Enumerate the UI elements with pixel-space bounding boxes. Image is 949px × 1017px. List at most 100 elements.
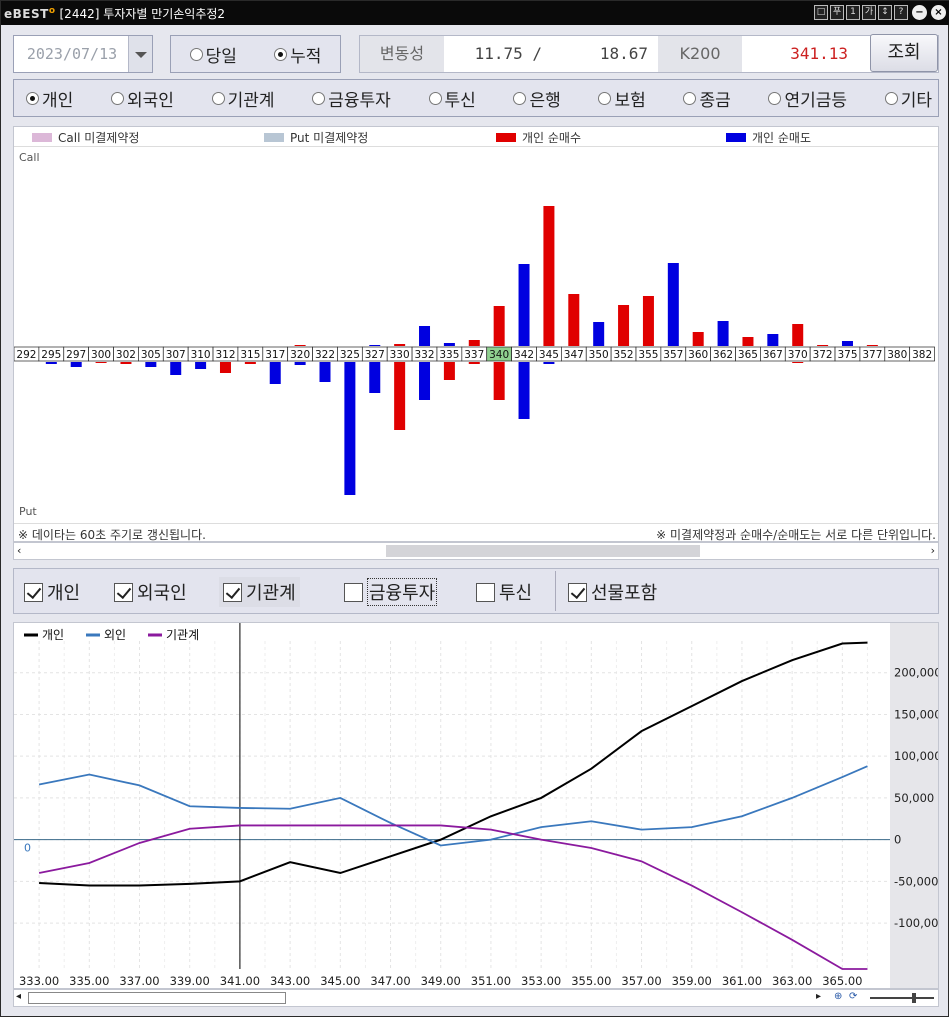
strike-label: 325 (340, 349, 360, 361)
date-picker[interactable]: 2023/07/13 (13, 35, 153, 73)
legend-label: 기관계 (166, 628, 199, 642)
legend-put-oi: Put 미결제약정 (264, 129, 368, 146)
investor-radio-1[interactable]: 외국인 (110, 86, 174, 111)
investor-radio-3[interactable]: 금융투자 (312, 86, 391, 111)
call-bar (468, 340, 480, 346)
call-bar (642, 296, 654, 346)
toggle-foreign[interactable]: 외국인 (110, 577, 191, 607)
strike-label: 317 (265, 349, 285, 361)
y-tick-label: 100,000 (894, 749, 938, 763)
close-icon[interactable]: × (931, 5, 946, 20)
title-buttons: □ 푸 1 가 ↕ ? − × (814, 5, 946, 20)
legend-label: 개인 (42, 628, 64, 642)
oi-bar-chart: Call Put 292 295 297 300 302 305 307 310 312 315 3… (14, 151, 935, 518)
legend-net-sell: 개인 순매도 (726, 129, 811, 146)
y-tick-label: -100,000 (894, 916, 938, 930)
window-title: [2442] 투자자별 만기손익추정2 (59, 6, 226, 21)
radio-icon (768, 91, 782, 105)
call-bar (866, 345, 878, 346)
pnl-scrollbar[interactable]: ◂ ▸ ⊕ ⟳ (13, 989, 939, 1007)
put-bar (419, 362, 431, 400)
strike-label: 322 (315, 349, 335, 361)
put-bar (443, 362, 455, 380)
x-tick-label: 337.00 (119, 974, 159, 988)
scroll-left-icon[interactable]: ‹ (17, 544, 21, 557)
query-button[interactable]: 조회 (870, 34, 938, 72)
investor-radio-4[interactable]: 투신 (428, 86, 476, 111)
y-tick-label: 50,000 (894, 791, 934, 805)
call-label: Call (19, 151, 40, 164)
x-tick-label: 351.00 (471, 974, 511, 988)
call-bar (717, 321, 729, 346)
investor-radio-8[interactable]: 연기금등 (768, 86, 847, 111)
radio-cumulative[interactable]: 누적 (274, 42, 321, 67)
pin-icon[interactable]: 푸 (830, 5, 844, 20)
strike-label: 362 (713, 349, 733, 361)
toggle-financial-investment[interactable]: 금융투자 (340, 577, 441, 607)
investor-radio-9[interactable]: 기타 (884, 86, 932, 111)
x-tick-label: 349.00 (421, 974, 461, 988)
help-icon[interactable]: ? (894, 5, 908, 20)
scroll-right-icon[interactable]: › (931, 544, 935, 557)
scroll-left-icon[interactable]: ◂ (16, 991, 21, 1002)
scroll-thumb[interactable] (28, 992, 286, 1004)
radio-icon (110, 91, 124, 105)
put-bar (120, 362, 132, 364)
put-bar (195, 362, 207, 369)
strike-label: 345 (539, 349, 559, 361)
oi-scrollbar[interactable]: ‹ › (13, 542, 939, 560)
minimize-icon[interactable]: − (912, 5, 927, 20)
k200-label: K200 (658, 36, 742, 72)
investor-radio-6[interactable]: 보험 (598, 86, 646, 111)
restore-icon[interactable]: □ (814, 5, 828, 20)
radio-selected-icon (26, 91, 39, 105)
strike-label: 382 (912, 349, 932, 361)
radio-icon (312, 91, 326, 105)
strike-label: 355 (638, 349, 658, 361)
investor-radio-group: 개인 외국인 기관계 금융투자 투신 은행 보험 종금 연기금등 기타 (13, 79, 939, 117)
x-tick-label: 359.00 (672, 974, 712, 988)
title-bar: eBESTo [2442] 투자자별 만기손익추정2 □ 푸 1 가 ↕ ? −… (1, 1, 949, 25)
window-one-icon[interactable]: 1 (846, 5, 860, 20)
put-bar (45, 362, 57, 364)
call-bar (543, 206, 555, 346)
resize-icon[interactable]: ↕ (878, 5, 892, 20)
radio-icon (683, 91, 697, 105)
call-bar (742, 337, 754, 346)
refresh-icon[interactable]: ⟳ (849, 991, 857, 1002)
scroll-thumb[interactable] (386, 545, 700, 557)
toggle-individual[interactable]: 개인 (20, 577, 84, 607)
investor-radio-0[interactable]: 개인 (26, 86, 73, 111)
zero-label: 0 (24, 842, 31, 855)
zoom-in-icon[interactable]: ⊕ (834, 991, 842, 1002)
x-tick-label: 363.00 (772, 974, 812, 988)
toggle-institution[interactable]: 기관계 (219, 577, 300, 607)
radio-daily[interactable]: 당일 (189, 42, 237, 67)
toggle-investment-trust[interactable]: 투신 (472, 577, 536, 607)
chevron-down-icon[interactable] (128, 36, 152, 72)
strike-label: 297 (66, 349, 86, 361)
put-label: Put (19, 505, 37, 518)
legend-swatch (496, 133, 516, 142)
app-logo: eBESTo (4, 5, 56, 21)
oi-legend: Call 미결제약정 Put 미결제약정 개인 순매수 개인 순매도 (14, 127, 938, 147)
investor-radio-5[interactable]: 은행 (513, 86, 561, 111)
y-tick-label: 200,000 (894, 666, 938, 680)
toggle-include-futures[interactable]: 선물포함 (564, 577, 661, 607)
strike-label: 342 (514, 349, 534, 361)
put-bar (244, 362, 256, 364)
investor-radio-2[interactable]: 기관계 (211, 86, 275, 111)
date-value[interactable]: 2023/07/13 (14, 36, 130, 72)
call-bar (419, 326, 431, 346)
investor-radio-7[interactable]: 종금 (683, 86, 731, 111)
note-units: ※ 미결제약정과 순매수/순매도는 서로 다른 단위입니다. (656, 528, 936, 542)
checkbox-checked-icon (114, 582, 133, 602)
put-bar (170, 362, 182, 375)
font-icon[interactable]: 가 (862, 5, 876, 20)
zoom-slider[interactable] (870, 997, 934, 999)
zoom-slider-handle[interactable] (912, 993, 916, 1003)
strike-label: 340 (489, 349, 509, 361)
scroll-right-icon[interactable]: ▸ (816, 991, 821, 1002)
series-line-0 (39, 641, 868, 887)
radio-icon (428, 91, 442, 105)
